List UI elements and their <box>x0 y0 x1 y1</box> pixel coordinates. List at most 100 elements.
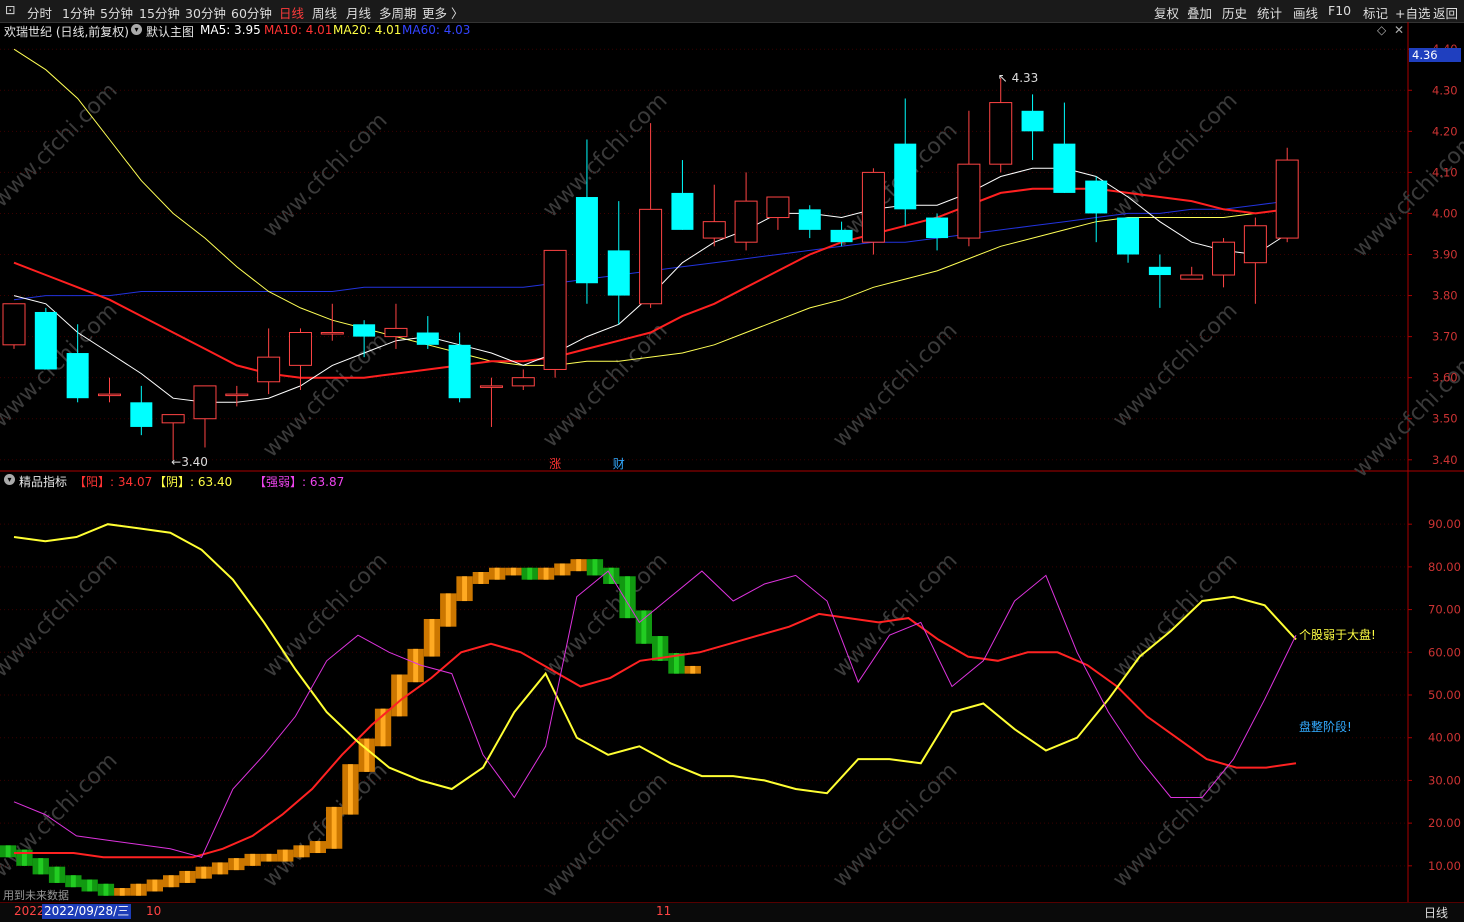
sub-tick-label-1: 80.00 <box>1428 560 1461 574</box>
band-hl-36 <box>592 559 598 576</box>
main-tick-label-3: 4.10 <box>1432 165 1458 179</box>
candle-body-17 <box>543 249 567 370</box>
band-hl-12 <box>201 866 207 879</box>
band-hl-9 <box>152 879 158 892</box>
band-hl-21 <box>348 764 353 815</box>
candle-body-19 <box>607 250 630 296</box>
band-hl-30 <box>494 567 500 580</box>
chart-canvas[interactable]: www.cfchi.com www.cfchi.com www.cfchi.com w… <box>0 0 1464 921</box>
candle-body-38 <box>1212 241 1236 276</box>
band-hl-0 <box>5 845 11 858</box>
note-consolidation: 盘整阶段! <box>1299 720 1352 734</box>
time-axis-bar <box>0 902 1464 922</box>
watermark-17: www.cfchi.com <box>1108 298 1242 432</box>
note-weak-vs-market: 个股弱于大盘! <box>1299 628 1376 642</box>
main-tick-label-1: 4.30 <box>1432 83 1458 97</box>
candle-body-33 <box>1053 143 1076 193</box>
year-label: 2022 <box>14 904 45 918</box>
main-tick-label-7: 3.70 <box>1432 330 1458 344</box>
candle-body-29 <box>926 217 949 239</box>
candle-body-24 <box>766 196 790 219</box>
sub-tick-label-3: 60.00 <box>1428 645 1461 659</box>
candle-body-2 <box>66 353 89 399</box>
candle-body-14 <box>448 344 471 399</box>
candle-body-16 <box>511 377 535 387</box>
band-hl-28 <box>462 576 467 602</box>
watermark-2: www.cfchi.com <box>0 548 123 682</box>
band-hl-2 <box>38 858 44 875</box>
candle-body-30 <box>957 163 981 239</box>
band-hl-15 <box>250 853 256 866</box>
indicator-line-2 <box>13 570 1297 858</box>
sub-tick-label-5: 40.00 <box>1428 731 1461 745</box>
candle-body-8 <box>257 356 281 383</box>
band-hl-26 <box>429 618 435 657</box>
sub-tick-label-8: 10.00 <box>1428 859 1461 873</box>
candle-body-23 <box>734 200 758 243</box>
candle-body-32 <box>1021 110 1044 132</box>
watermark-20: www.cfchi.com <box>1348 128 1464 262</box>
band-hl-20 <box>331 806 337 849</box>
band-hl-8 <box>136 883 141 896</box>
candle-body-1 <box>34 311 57 370</box>
band-hl-6 <box>103 883 109 896</box>
band-hl-7 <box>119 888 125 896</box>
watermark-0: www.cfchi.com <box>0 78 123 212</box>
main-tick-label-10: 3.40 <box>1432 453 1458 467</box>
candle-body-40 <box>1275 159 1299 239</box>
watermark-15: www.cfchi.com <box>828 758 962 892</box>
candle-body-15 <box>479 385 503 388</box>
candle-body-7 <box>225 393 249 397</box>
watermark-4: www.cfchi.com <box>258 108 392 242</box>
candle-body-22 <box>702 221 726 239</box>
candle-body-10 <box>320 332 344 335</box>
candle-body-18 <box>575 197 598 284</box>
main-tick-label-2: 4.20 <box>1432 124 1458 138</box>
band-hl-22 <box>364 738 370 772</box>
band-hl-34 <box>559 563 565 576</box>
main-tick-label-9: 3.50 <box>1432 412 1458 426</box>
candle-body-3 <box>97 393 121 397</box>
candle-body-5 <box>161 414 185 424</box>
watermark-5: www.cfchi.com <box>258 328 392 462</box>
watermark-8: www.cfchi.com <box>538 88 672 222</box>
band-hl-33 <box>543 567 549 580</box>
candle-body-6 <box>193 385 217 420</box>
candle-body-9 <box>288 332 312 366</box>
candle-body-25 <box>798 209 821 230</box>
future-data-warning: 用到未来数据 <box>3 889 69 902</box>
band-hl-4 <box>70 875 76 888</box>
band-hl-31 <box>511 567 516 576</box>
watermark-7: www.cfchi.com <box>258 758 392 892</box>
sub-tick-label-6: 30.00 <box>1428 773 1461 787</box>
month-10-label: 10 <box>146 904 162 918</box>
band-hl-27 <box>445 593 451 627</box>
sub-tick-label-7: 20.00 <box>1428 816 1461 830</box>
candle-body-26 <box>830 229 853 243</box>
period-label[interactable]: 日线 <box>1424 904 1448 921</box>
candle-body-12 <box>384 327 408 338</box>
band-hl-42 <box>690 665 696 674</box>
sub-tick-label-2: 70.00 <box>1428 603 1461 617</box>
band-hl-18 <box>299 845 304 858</box>
band-hl-14 <box>233 858 239 871</box>
candle-body-34 <box>1085 180 1108 214</box>
watermark-11: www.cfchi.com <box>538 768 672 902</box>
event-mark-finance: 财 <box>613 457 625 471</box>
candle-body-21 <box>671 192 694 230</box>
current-price-tag: 4.36 <box>1409 48 1461 62</box>
band-hl-29 <box>478 572 484 584</box>
cursor-date: 2022/09/28/三 <box>42 904 132 919</box>
candle-body-0 <box>2 303 26 346</box>
watermark-19: www.cfchi.com <box>1108 758 1242 892</box>
candle-body-11 <box>353 324 376 337</box>
main-tick-label-8: 3.60 <box>1432 371 1458 385</box>
main-tick-label-4: 4.00 <box>1432 206 1458 220</box>
candle-body-31 <box>989 102 1013 165</box>
band-hl-38 <box>625 576 630 619</box>
high-price-label: ↖ 4.33 <box>998 71 1039 85</box>
watermark-14: www.cfchi.com <box>828 548 962 682</box>
band-hl-35 <box>576 559 582 572</box>
candle-body-27 <box>861 171 885 243</box>
sub-tick-label-4: 50.00 <box>1428 688 1461 702</box>
